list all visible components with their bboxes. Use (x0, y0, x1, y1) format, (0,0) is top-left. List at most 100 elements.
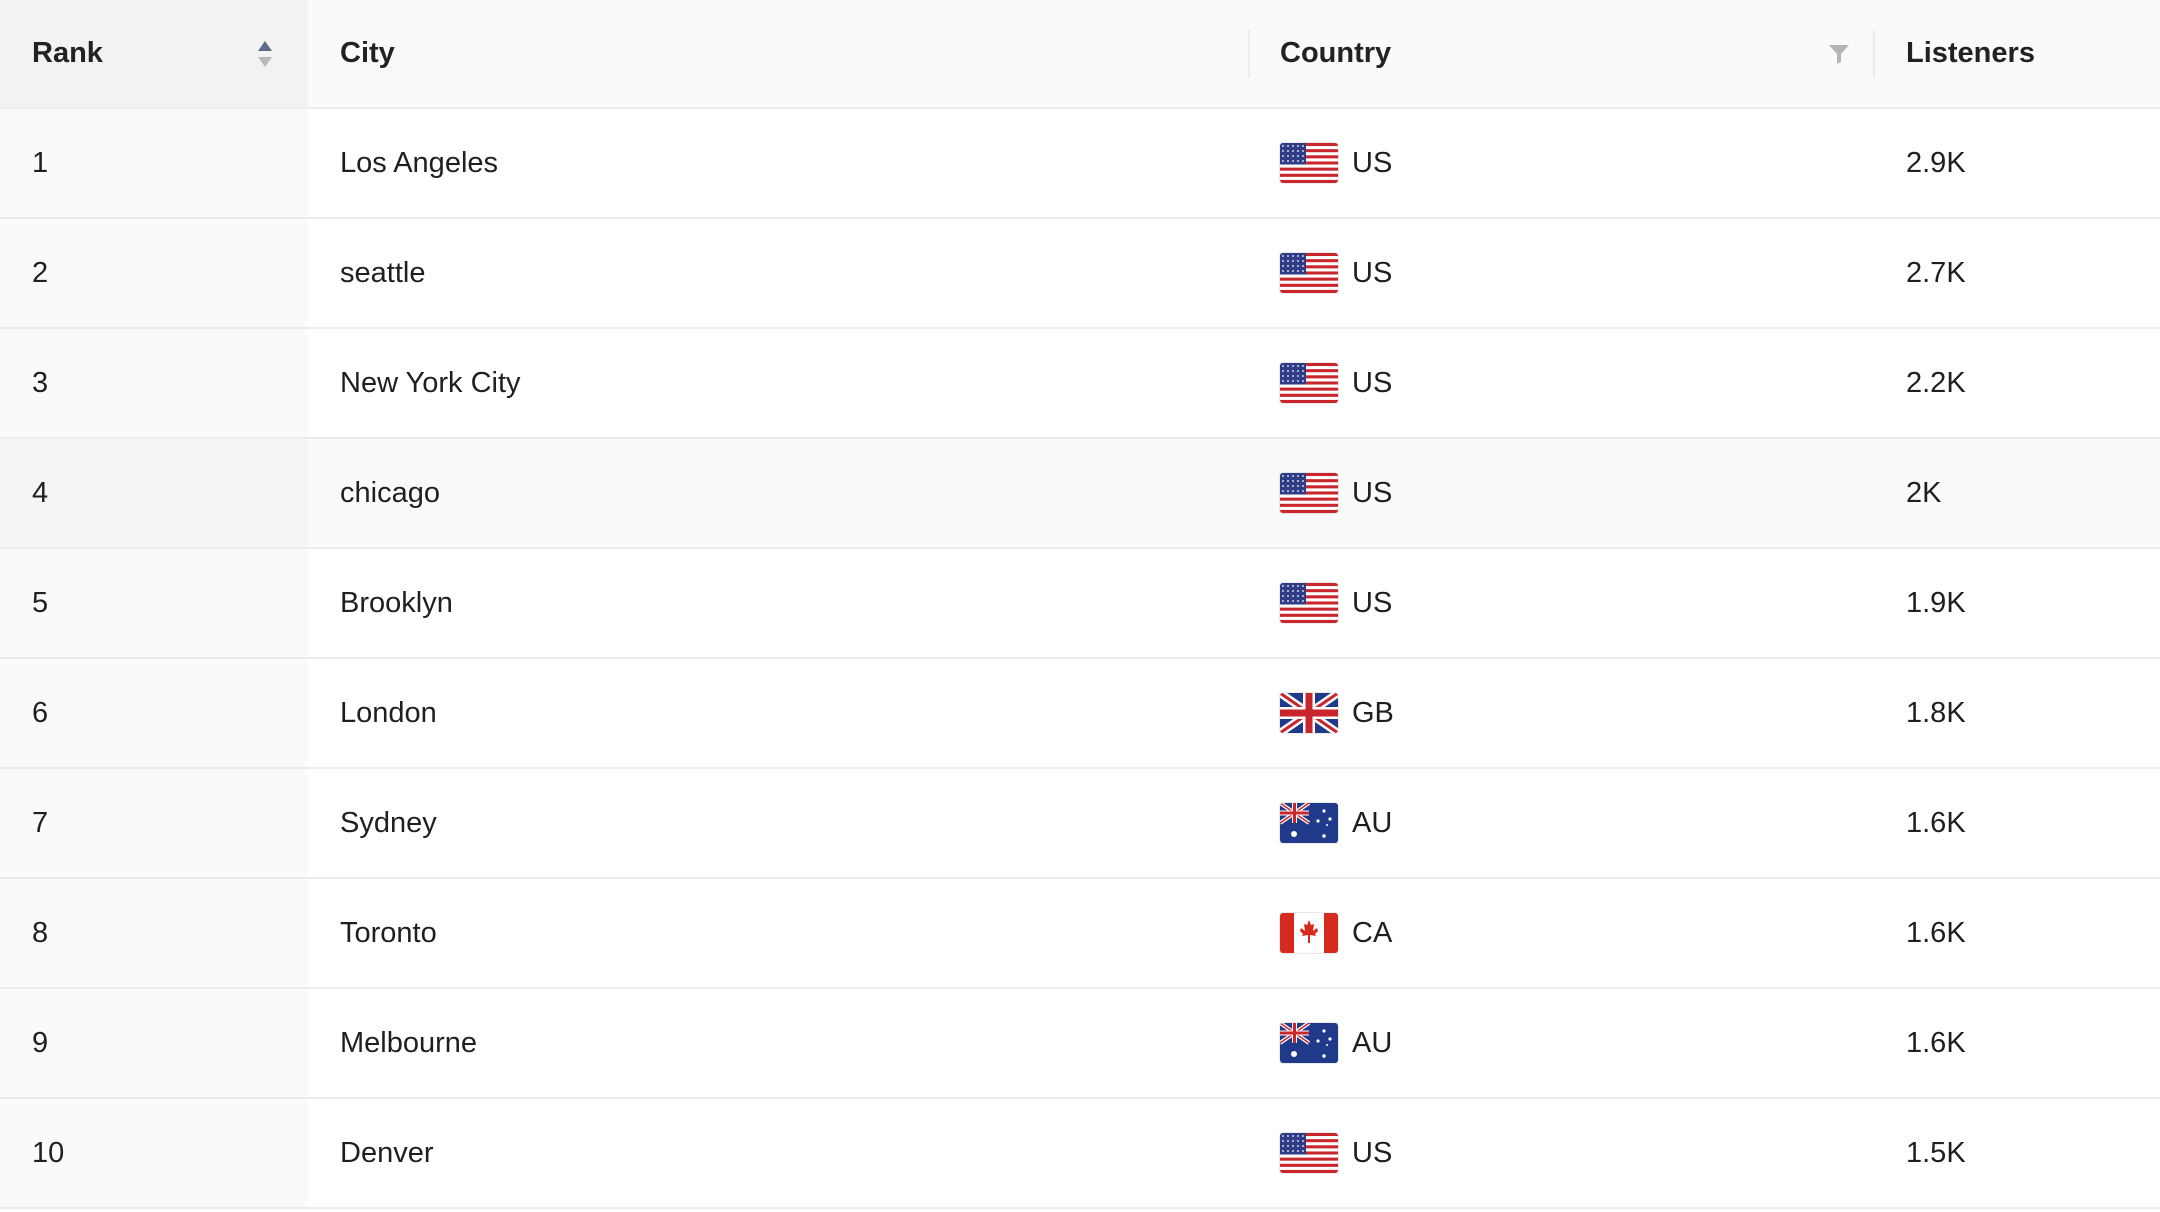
rank-column-header[interactable]: Rank (0, 0, 308, 107)
city-value: New York City (340, 366, 521, 399)
listeners-cell: 2.7K (1873, 219, 2160, 327)
rank-value: 9 (32, 1026, 49, 1059)
listeners-value: 2.2K (1906, 366, 1966, 399)
rank-value: 10 (32, 1136, 65, 1169)
ca-flag-icon (1280, 913, 1338, 953)
rank-cell: 3 (0, 329, 308, 437)
rank-cell: 4 (0, 439, 308, 547)
sort-icon[interactable] (256, 38, 274, 70)
rank-cell: 2 (0, 219, 308, 327)
listeners-value: 2K (1906, 476, 1942, 509)
table-row[interactable]: 9 Melbourne AU 1.6K (0, 989, 2160, 1099)
country-cell: US (1248, 439, 1873, 547)
listeners-value: 1.9K (1906, 586, 1966, 619)
city-cell: Denver (308, 1099, 1248, 1207)
listeners-cell: 2K (1873, 439, 2160, 547)
country-cell: US (1248, 549, 1873, 657)
city-cell: Toronto (308, 879, 1248, 987)
table-row[interactable]: 7 Sydney AU 1.6K (0, 769, 2160, 879)
city-cell: chicago (308, 439, 1248, 547)
us-flag-icon (1280, 253, 1338, 293)
rank-value: 7 (32, 806, 49, 839)
us-flag-icon (1280, 363, 1338, 403)
country-cell: AU (1248, 769, 1873, 877)
table-row[interactable]: 6 London GB 1.8K (0, 659, 2160, 769)
listeners-cell: 1.5K (1873, 1099, 2160, 1207)
country-column-header[interactable]: Country (1248, 0, 1873, 107)
listeners-header-label: Listeners (1906, 37, 2035, 69)
rank-cell: 10 (0, 1099, 308, 1207)
rank-cell: 5 (0, 549, 308, 657)
rank-value: 1 (32, 146, 49, 179)
rank-value: 6 (32, 696, 49, 729)
country-code: US (1352, 1136, 1393, 1169)
listeners-cell: 1.8K (1873, 659, 2160, 767)
country-code: CA (1352, 916, 1393, 949)
country-cell: GB (1248, 659, 1873, 767)
listeners-cell: 1.6K (1873, 879, 2160, 987)
country-code: US (1352, 256, 1393, 289)
city-value: Los Angeles (340, 146, 499, 179)
rank-cell: 7 (0, 769, 308, 877)
column-divider (1873, 30, 1875, 78)
rank-value: 8 (32, 916, 49, 949)
rank-cell: 1 (0, 109, 308, 217)
table-row[interactable]: 10 Denver US 1.5K (0, 1099, 2160, 1209)
country-code: GB (1352, 696, 1394, 729)
country-code: AU (1352, 1026, 1393, 1059)
country-cell: US (1248, 1099, 1873, 1207)
city-cell: Brooklyn (308, 549, 1248, 657)
table-header: Rank City Country Listeners (0, 0, 2160, 109)
country-cell: CA (1248, 879, 1873, 987)
rank-value: 4 (32, 476, 49, 509)
country-code: AU (1352, 806, 1393, 839)
table-row[interactable]: 5 Brooklyn US 1.9K (0, 549, 2160, 659)
au-flag-icon (1280, 803, 1338, 843)
table-row[interactable]: 8 Toronto CA 1.6K (0, 879, 2160, 989)
table-row[interactable]: 3 New York City US 2.2K (0, 329, 2160, 439)
table-row[interactable]: 1 Los Angeles US 2.9K (0, 109, 2160, 219)
listeners-cell: 1.6K (1873, 989, 2160, 1097)
table-row[interactable]: 4 chicago US 2K (0, 439, 2160, 549)
listeners-value: 1.6K (1906, 806, 1966, 839)
listeners-cell: 2.2K (1873, 329, 2160, 437)
rank-value: 2 (32, 256, 49, 289)
city-value: Melbourne (340, 1026, 478, 1059)
column-divider (1248, 30, 1250, 78)
city-cell: seattle (308, 219, 1248, 327)
filter-icon[interactable] (1827, 42, 1851, 66)
gb-flag-icon (1280, 693, 1338, 733)
city-header-label: City (340, 37, 395, 69)
table-row[interactable]: 2 seattle US 2.7K (0, 219, 2160, 329)
us-flag-icon (1280, 473, 1338, 513)
city-value: London (340, 696, 437, 729)
rank-value: 3 (32, 366, 49, 399)
city-column-header[interactable]: City (308, 0, 1248, 107)
country-code: US (1352, 366, 1393, 399)
city-value: chicago (340, 476, 440, 509)
country-cell: US (1248, 109, 1873, 217)
rank-cell: 6 (0, 659, 308, 767)
us-flag-icon (1280, 1133, 1338, 1173)
listeners-cell: 2.9K (1873, 109, 2160, 217)
listeners-value: 1.8K (1906, 696, 1966, 729)
listeners-value: 1.6K (1906, 1026, 1966, 1059)
country-code: US (1352, 586, 1393, 619)
city-value: Toronto (340, 916, 437, 949)
city-value: Brooklyn (340, 586, 453, 619)
listeners-value: 2.9K (1906, 146, 1966, 179)
au-flag-icon (1280, 1023, 1338, 1063)
country-code: US (1352, 146, 1393, 179)
country-cell: US (1248, 329, 1873, 437)
rank-cell: 9 (0, 989, 308, 1097)
listeners-column-header[interactable]: Listeners (1873, 0, 2160, 107)
city-cell: Los Angeles (308, 109, 1248, 217)
listeners-value: 1.6K (1906, 916, 1966, 949)
city-cell: New York City (308, 329, 1248, 437)
country-header-label: Country (1280, 37, 1392, 69)
us-flag-icon (1280, 143, 1338, 183)
rank-header-label: Rank (32, 37, 103, 69)
listeners-value: 2.7K (1906, 256, 1966, 289)
listeners-value: 1.5K (1906, 1136, 1966, 1169)
city-value: seattle (340, 256, 426, 289)
